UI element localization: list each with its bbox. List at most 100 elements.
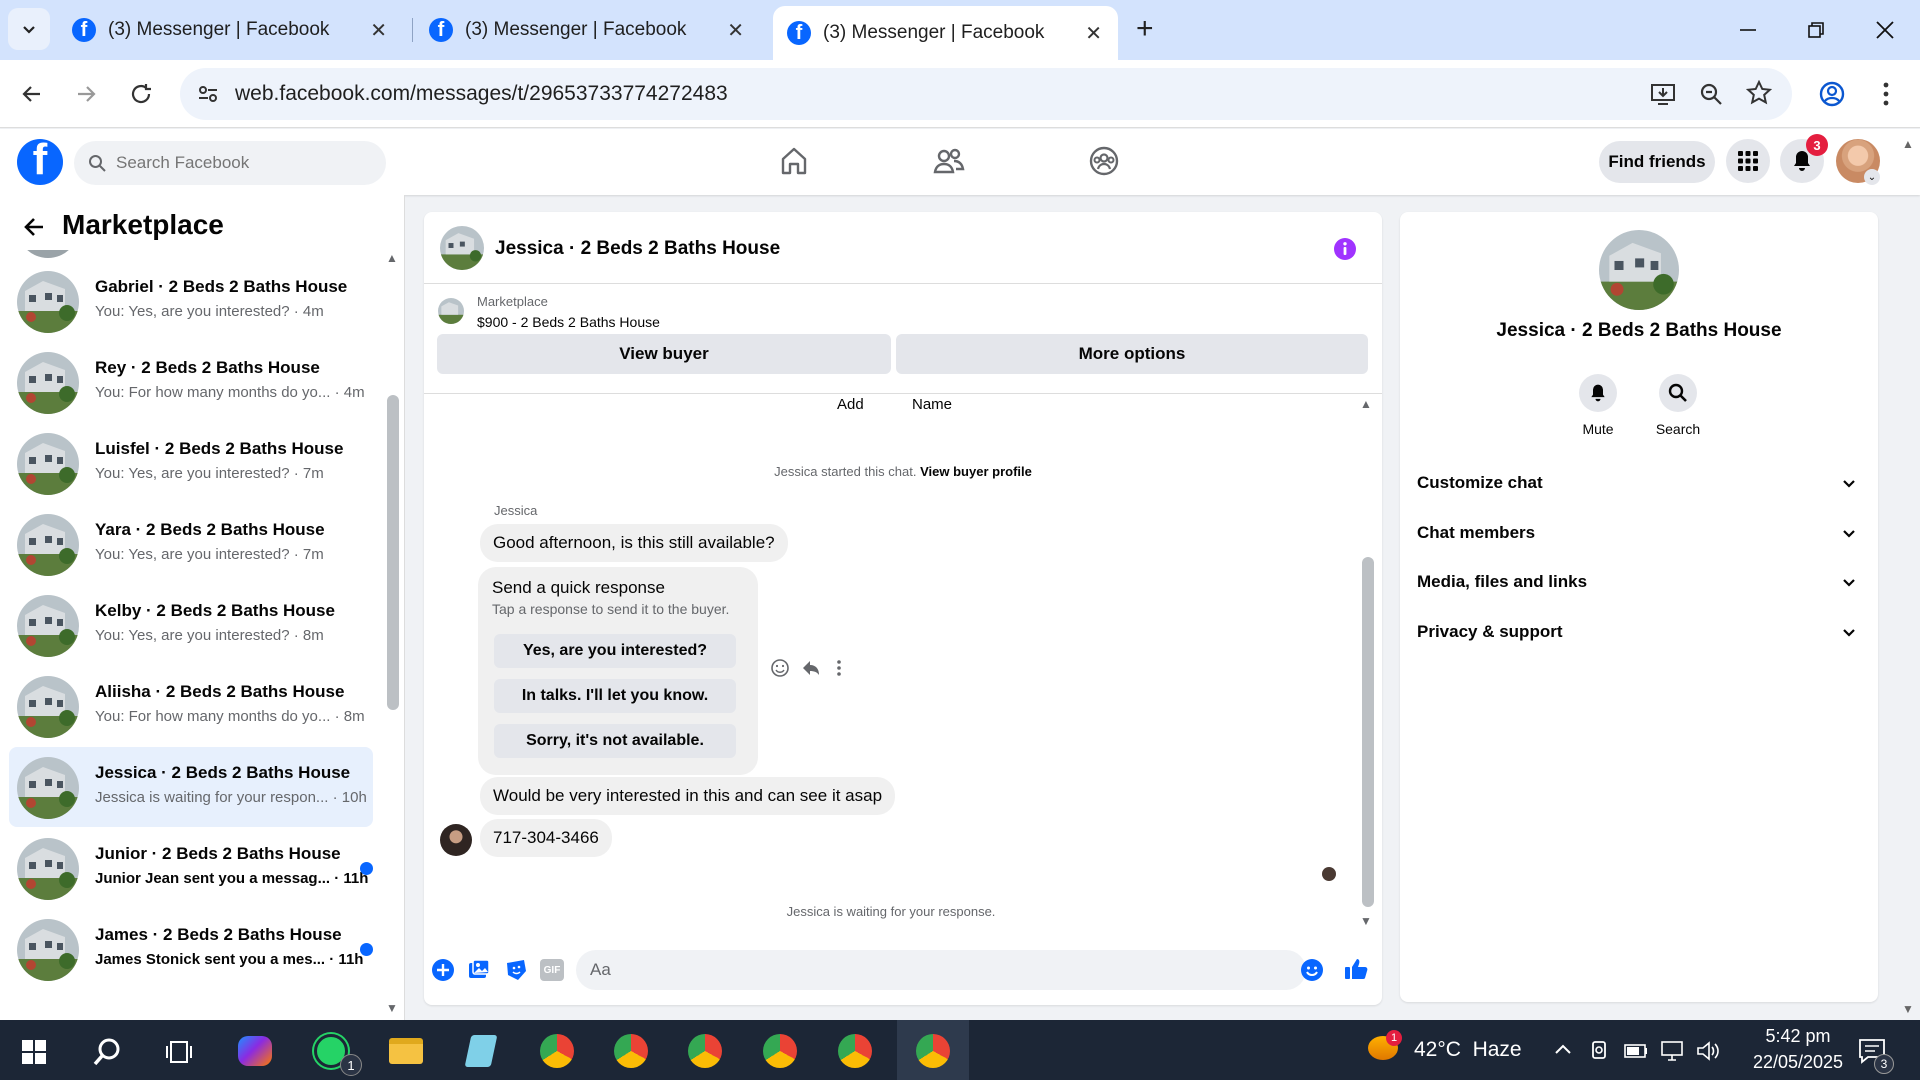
profile-icon[interactable] — [1818, 80, 1846, 108]
copilot-icon[interactable] — [234, 1030, 276, 1072]
chrome-profile-6-icon[interactable] — [912, 1030, 954, 1072]
chrome-profile-2-icon[interactable] — [610, 1030, 652, 1072]
view-buyer-button[interactable]: View buyer — [437, 334, 891, 374]
home-icon[interactable] — [778, 145, 810, 177]
list-scrollbar[interactable] — [387, 395, 399, 710]
menu-button[interactable] — [1726, 139, 1770, 183]
notepad-icon[interactable] — [460, 1030, 502, 1072]
new-tab-button[interactable]: + — [1136, 12, 1154, 46]
chat-members-section[interactable]: Chat members — [1417, 513, 1857, 553]
more-options-button[interactable]: More options — [896, 334, 1368, 374]
more-actions-icon[interactable] — [834, 658, 844, 678]
customize-chat-section[interactable]: Customize chat — [1417, 463, 1857, 503]
meet-now-icon[interactable] — [1590, 1040, 1608, 1062]
battery-icon[interactable] — [1624, 1044, 1648, 1058]
zoom-icon[interactable] — [1698, 81, 1724, 107]
browser-tab-3-active[interactable]: f (3) Messenger | Facebook ✕ — [773, 6, 1118, 60]
minimize-icon[interactable] — [1738, 20, 1758, 40]
quick-response-option[interactable]: Yes, are you interested? — [494, 634, 736, 668]
emoji-icon[interactable] — [1300, 958, 1324, 982]
clock-time[interactable]: 5:42 pm — [1750, 1026, 1846, 1047]
tab-search-button[interactable] — [8, 8, 50, 50]
view-buyer-profile-link[interactable]: View buyer profile — [920, 464, 1032, 479]
conversation-item[interactable]: James · 2 Beds 2 Baths House James Stoni… — [9, 909, 373, 989]
omnibox[interactable]: web.facebook.com/messages/t/296537337742… — [180, 68, 1792, 120]
conversation-item[interactable]: Aliisha · 2 Beds 2 Baths House You: For … — [9, 666, 373, 746]
account-chevron-icon[interactable]: ⌄ — [1864, 169, 1880, 185]
search-conversation-button[interactable]: Search — [1656, 374, 1700, 437]
listing-title[interactable]: $900 - 2 Beds 2 Baths House — [477, 314, 660, 330]
chat-avatar[interactable] — [440, 226, 484, 270]
chrome-profile-4-icon[interactable] — [759, 1030, 801, 1072]
chat-scrollbar[interactable] — [1362, 557, 1374, 907]
weather-text[interactable]: 42°C Haze — [1414, 1038, 1522, 1062]
back-arrow-icon[interactable] — [20, 82, 44, 106]
quick-response-option[interactable]: In talks. I'll let you know. — [494, 679, 736, 713]
bookmark-star-icon[interactable] — [1746, 80, 1772, 106]
task-view-icon[interactable] — [166, 1040, 192, 1064]
conversation-item[interactable]: Kelby · 2 Beds 2 Baths House You: Yes, a… — [9, 585, 373, 665]
page-scroll-down-icon[interactable]: ▼ — [1902, 1002, 1914, 1016]
conversation-item[interactable]: Luisfel · 2 Beds 2 Baths House You: Yes,… — [9, 423, 373, 503]
site-settings-icon[interactable] — [196, 82, 220, 106]
volume-icon[interactable] — [1696, 1040, 1720, 1062]
message-bubble[interactable]: Would be very interested in this and can… — [480, 777, 896, 815]
restore-icon[interactable] — [1806, 20, 1826, 40]
mute-button[interactable]: Mute — [1576, 374, 1620, 437]
windows-start-icon[interactable] — [22, 1040, 46, 1064]
react-emoji-icon[interactable] — [770, 658, 790, 678]
reply-icon[interactable] — [801, 658, 821, 678]
close-tab-icon[interactable]: ✕ — [370, 18, 387, 43]
message-bubble[interactable]: 717-304-3466 — [480, 819, 612, 857]
back-arrow-icon[interactable] — [22, 215, 46, 239]
find-friends-button[interactable]: Find friends — [1599, 141, 1715, 183]
quick-response-option[interactable]: Sorry, it's not available. — [494, 724, 736, 758]
file-explorer-icon[interactable] — [385, 1030, 427, 1072]
photo-icon[interactable] — [467, 958, 491, 982]
name-label[interactable]: Name — [912, 396, 952, 413]
browser-tab-1[interactable]: f (3) Messenger | Facebook ✕ — [58, 8, 403, 52]
conversation-item[interactable]: Yara · 2 Beds 2 Baths House You: Yes, ar… — [9, 504, 373, 584]
groups-icon[interactable] — [1088, 145, 1120, 177]
close-tab-icon[interactable]: ✕ — [1085, 21, 1102, 46]
details-avatar[interactable] — [1599, 230, 1679, 310]
clock-date[interactable]: 22/05/2025 — [1735, 1052, 1861, 1073]
chat-title[interactable]: Jessica · 2 Beds 2 Baths House — [495, 238, 780, 260]
search-input[interactable] — [116, 153, 356, 173]
chrome-profile-3-icon[interactable] — [684, 1030, 726, 1072]
add-label[interactable]: Add — [837, 396, 864, 413]
install-app-icon[interactable] — [1650, 81, 1676, 107]
gif-icon[interactable]: GIF — [540, 959, 564, 981]
forward-arrow-icon[interactable] — [74, 82, 98, 106]
message-input[interactable]: Aa — [576, 950, 1306, 990]
conversation-item[interactable]: Jessica · 2 Beds 2 Baths House Jessica i… — [9, 747, 373, 827]
show-hidden-icons-chevron[interactable] — [1554, 1042, 1572, 1056]
page-scroll-up-icon[interactable]: ▲ — [1902, 137, 1914, 151]
privacy-support-section[interactable]: Privacy & support — [1417, 612, 1857, 652]
chrome-profile-5-icon[interactable] — [834, 1030, 876, 1072]
url-text[interactable]: web.facebook.com/messages/t/296537337742… — [235, 82, 728, 106]
close-window-icon[interactable] — [1874, 19, 1896, 41]
close-tab-icon[interactable]: ✕ — [727, 18, 744, 43]
friends-icon[interactable] — [933, 145, 965, 177]
chat-scroll-up-icon[interactable]: ▲ — [1360, 397, 1372, 411]
network-icon[interactable] — [1660, 1040, 1684, 1062]
thumbs-up-icon[interactable] — [1343, 956, 1369, 982]
sender-avatar[interactable] — [440, 824, 472, 856]
facebook-logo[interactable]: f — [17, 139, 63, 185]
sticker-icon[interactable] — [504, 958, 528, 982]
media-files-links-section[interactable]: Media, files and links — [1417, 562, 1857, 602]
chat-scroll-down-icon[interactable]: ▼ — [1360, 914, 1372, 928]
facebook-search[interactable] — [74, 141, 386, 185]
list-scroll-up-icon[interactable]: ▲ — [386, 251, 398, 265]
message-bubble[interactable]: Good afternoon, is this still available? — [480, 524, 788, 562]
search-icon[interactable] — [92, 1037, 122, 1067]
reload-icon[interactable] — [128, 81, 154, 107]
conversation-item[interactable]: Rey · 2 Beds 2 Baths House You: For how … — [9, 342, 373, 422]
chrome-profile-1-icon[interactable] — [536, 1030, 578, 1072]
add-attachment-icon[interactable] — [431, 958, 455, 982]
conversation-item[interactable]: Gabriel · 2 Beds 2 Baths House You: Yes,… — [9, 261, 373, 341]
browser-tab-2[interactable]: f (3) Messenger | Facebook ✕ — [415, 8, 760, 52]
list-scroll-down-icon[interactable]: ▼ — [386, 1001, 398, 1015]
browser-menu-icon[interactable] — [1876, 80, 1896, 108]
